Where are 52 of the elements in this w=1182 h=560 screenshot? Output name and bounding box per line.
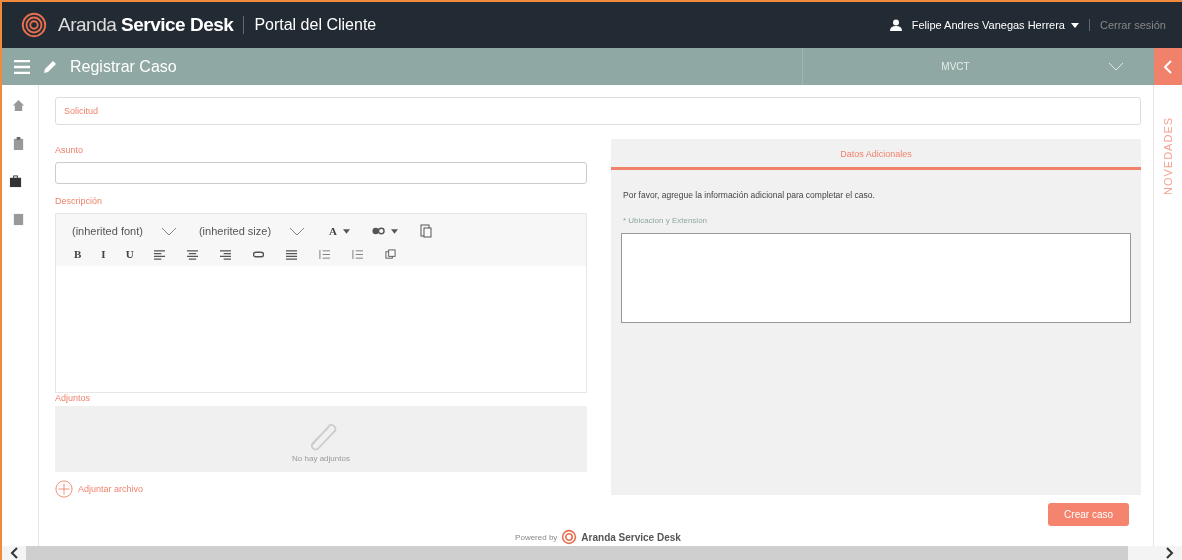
text-color-button[interactable]: A xyxy=(323,223,357,239)
caret-icon xyxy=(343,228,351,234)
page-title: Registrar Caso xyxy=(70,57,177,76)
plus-circle-icon xyxy=(55,480,73,498)
subject-input[interactable] xyxy=(55,162,587,184)
pencil-icon xyxy=(42,58,58,75)
link-chain-icon xyxy=(372,226,386,236)
subject-label: Asunto xyxy=(55,145,85,155)
scroll-right-icon[interactable] xyxy=(1166,547,1174,559)
brand-name: Aranda Service Desk xyxy=(58,14,234,36)
attachments-label: Adjuntos xyxy=(55,393,92,403)
chevron-down-icon xyxy=(160,226,177,236)
pages-icon xyxy=(420,224,433,238)
footer-brand: Aranda Service Desk xyxy=(581,531,681,543)
menu-icon xyxy=(14,59,30,74)
description-label: Descripción xyxy=(55,196,104,206)
chevron-down-icon xyxy=(1108,62,1124,71)
align-right-icon xyxy=(219,248,231,260)
clipboard-icon xyxy=(12,136,25,150)
numbered-list-icon xyxy=(318,248,330,260)
location-label: * Ubicacion y Extension xyxy=(623,216,709,225)
home-icon xyxy=(12,98,25,112)
format-button[interactable]: I xyxy=(95,246,112,262)
align-center-icon xyxy=(186,248,198,260)
caret-icon xyxy=(391,228,399,234)
powered-by-text: Powered by xyxy=(515,532,558,542)
spiral-logo-icon xyxy=(20,11,48,39)
align-left-icon xyxy=(153,248,165,260)
user-icon xyxy=(889,19,902,31)
briefcase-icon xyxy=(8,174,22,188)
collapse-panel-button[interactable] xyxy=(1154,48,1182,85)
empty-attachments-text: No hay adjuntos xyxy=(292,453,350,463)
location-text-area[interactable] xyxy=(621,233,1131,323)
size-select[interactable]: (inherited size) xyxy=(194,223,310,239)
spiral-logo-icon xyxy=(561,529,578,545)
instructions-text: Por favor, agregue la información adicional para completar el caso. xyxy=(623,190,876,200)
format-button[interactable]: U xyxy=(119,246,140,262)
chevron-down-icon xyxy=(289,226,306,236)
menu-button[interactable] xyxy=(14,59,30,74)
format-button[interactable]: B xyxy=(68,246,88,262)
scroll-left-icon[interactable] xyxy=(10,547,18,559)
logout-link[interactable]: Cerrar sesión xyxy=(1099,19,1166,31)
copy-icon xyxy=(384,248,396,260)
user-menu[interactable]: Felipe Andres Vanegas Herrera xyxy=(911,19,1079,31)
caret-icon xyxy=(1070,22,1079,28)
chevron-left-icon xyxy=(1164,59,1172,74)
horizontal-scrollbar[interactable] xyxy=(2,546,1182,560)
portal-title: Portal del Cliente xyxy=(254,16,377,34)
book-icon xyxy=(12,212,25,226)
bullet-list-icon xyxy=(351,248,363,260)
font-select[interactable]: (inherited font) xyxy=(68,223,181,239)
justify-icon xyxy=(285,248,297,260)
